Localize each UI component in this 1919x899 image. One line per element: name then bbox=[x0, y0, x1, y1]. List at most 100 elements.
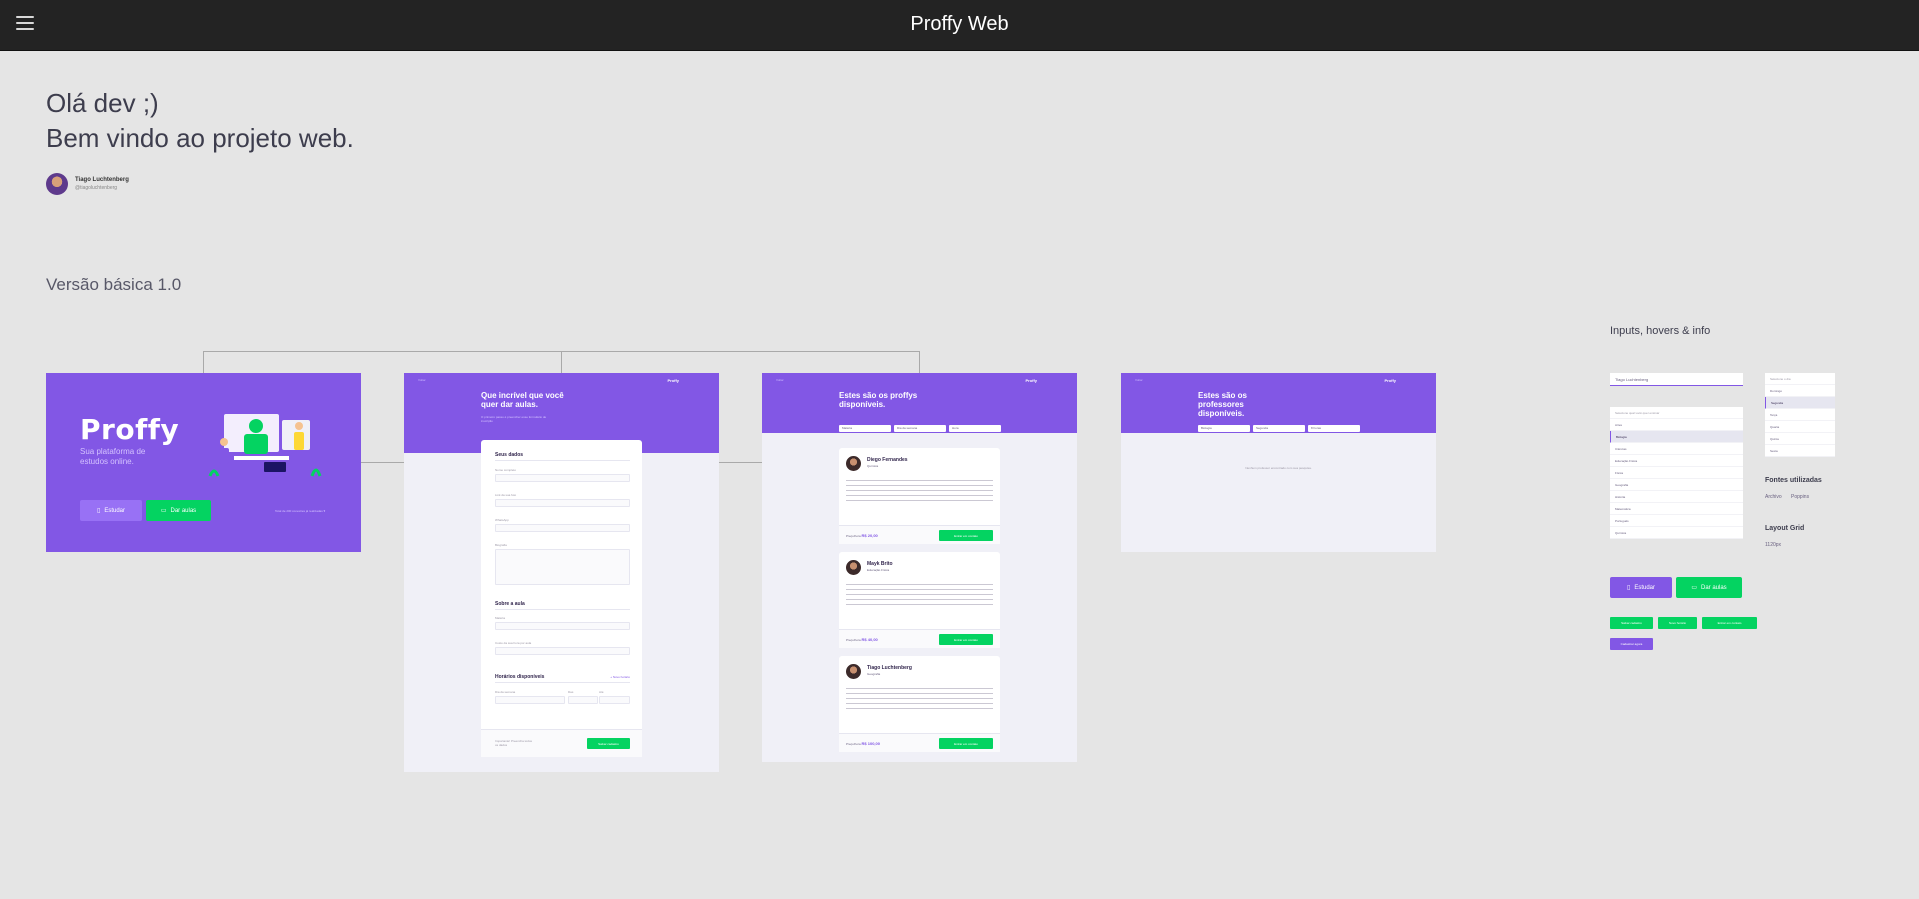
form-subtitle: O primeiro passo é preencher esse formul… bbox=[481, 415, 547, 423]
dropdown-option[interactable]: Sexta bbox=[1765, 445, 1835, 457]
save-button[interactable]: Salvar cadastro bbox=[587, 738, 630, 749]
divider bbox=[495, 609, 630, 610]
landing-illustration-icon bbox=[208, 414, 322, 477]
author-badge[interactable]: Tiago Luchtenberg @tiagoluchtenberg bbox=[46, 173, 129, 195]
avatar bbox=[46, 173, 68, 195]
dropdown-option[interactable]: Artes bbox=[1610, 419, 1743, 431]
teacher-card: Diego Fernandes Química Preço/hora R$ 20… bbox=[839, 448, 1000, 544]
teacher-card: Tiago Luchtenberg Geografia Preço/hora R… bbox=[839, 656, 1000, 752]
whatsapp-field[interactable] bbox=[495, 524, 630, 532]
dropdown-option[interactable]: Educação Física bbox=[1610, 455, 1743, 467]
divider bbox=[495, 682, 630, 683]
field-label: Link da sua foto bbox=[495, 493, 517, 497]
teacher-bio bbox=[846, 478, 993, 502]
bio-textarea[interactable] bbox=[495, 549, 630, 585]
list-header: Voltar Proffy Estes são os proffys dispo… bbox=[762, 373, 1077, 433]
field-label: Nome completo bbox=[495, 468, 517, 472]
teacher-form-frame[interactable]: Voltar Proffy Que incrível que você quer… bbox=[404, 373, 719, 772]
landing-tagline: Sua plataforma de estudos online. bbox=[80, 447, 146, 466]
dropdown-option[interactable]: Português bbox=[1610, 515, 1743, 527]
grid-value: 1120px bbox=[1765, 542, 1782, 548]
dropdown-option[interactable]: Quarta bbox=[1765, 421, 1835, 433]
field-label: Matéria bbox=[495, 616, 506, 620]
dropdown-placeholder: Selecione o dia bbox=[1765, 373, 1835, 385]
register-chip[interactable]: Cadastrar agora bbox=[1610, 638, 1653, 650]
author-name: Tiago Luchtenberg bbox=[75, 177, 129, 183]
form-card: Seus dados Nome completo Link da sua fot… bbox=[481, 440, 642, 757]
time-filter[interactable]: 8 horas bbox=[1308, 425, 1360, 432]
dropdown-option[interactable]: Quinta bbox=[1765, 433, 1835, 445]
day-filter[interactable]: Segunda bbox=[1253, 425, 1305, 432]
proffy-logo: Proffy bbox=[80, 413, 180, 446]
dropdown-option[interactable]: Física bbox=[1610, 467, 1743, 479]
tv-icon: ▭ bbox=[160, 508, 167, 514]
dropdown-option-selected[interactable]: Biologia bbox=[1610, 431, 1743, 443]
sample-input[interactable]: Tiago Luchtenberg bbox=[1610, 373, 1743, 386]
new-schedule-chip[interactable]: Novo horário bbox=[1658, 617, 1697, 629]
contact-chip[interactable]: Entrar em contato bbox=[1702, 617, 1757, 629]
subject-dropdown: Selecione qual você quer ensinar Artes B… bbox=[1610, 407, 1743, 539]
teach-button-label: Dar aulas bbox=[1700, 584, 1727, 591]
contact-button[interactable]: Entrar em contato bbox=[939, 738, 993, 749]
divider bbox=[495, 460, 630, 461]
teacher-bio bbox=[846, 582, 993, 606]
to-field[interactable] bbox=[599, 696, 630, 704]
price-info: Preço/hora R$ 100,00 bbox=[846, 741, 880, 746]
back-link[interactable]: Voltar bbox=[1135, 378, 1143, 382]
mini-logo: Proffy bbox=[667, 378, 679, 383]
book-icon: ▯ bbox=[1627, 585, 1631, 591]
study-button[interactable]: ▯ Estudar bbox=[80, 500, 142, 521]
from-field[interactable] bbox=[568, 696, 598, 704]
teacher-name: Diego Fernandes bbox=[867, 457, 908, 463]
teach-button-sample[interactable]: ▭ Dar aulas bbox=[1676, 577, 1742, 598]
study-button-sample[interactable]: ▯ Estudar bbox=[1610, 577, 1672, 598]
dropdown-option[interactable]: Domingo bbox=[1765, 385, 1835, 397]
cost-field[interactable] bbox=[495, 647, 630, 655]
contact-button[interactable]: Entrar em contato bbox=[939, 634, 993, 645]
empty-message: Nenhum professor encontrado com sua pesq… bbox=[1245, 466, 1312, 470]
dropdown-option[interactable]: Ciências bbox=[1610, 443, 1743, 455]
font-sample: Archivo bbox=[1765, 494, 1782, 500]
teach-button[interactable]: ▭ Dar aulas bbox=[146, 500, 211, 521]
intro-line-2: Bem vindo ao projeto web. bbox=[46, 123, 354, 153]
teacher-list-frame[interactable]: Voltar Proffy Estes são os proffys dispo… bbox=[762, 373, 1077, 762]
dropdown-option[interactable]: Matemática bbox=[1610, 503, 1743, 515]
field-label: Custo da sua hora por aula bbox=[495, 641, 532, 645]
field-label: Das bbox=[568, 690, 574, 694]
filter-bar: Matéria Dia da semana Hora bbox=[839, 425, 1001, 432]
back-link[interactable]: Voltar bbox=[776, 378, 784, 382]
time-filter[interactable]: Hora bbox=[949, 425, 1001, 432]
dropdown-option[interactable]: Geografia bbox=[1610, 479, 1743, 491]
subject-filter[interactable]: Matéria bbox=[839, 425, 891, 432]
empty-list-frame[interactable]: Voltar Proffy Estes são os professores d… bbox=[1121, 373, 1436, 552]
dropdown-option[interactable]: Terça bbox=[1765, 409, 1835, 421]
form-warning: Importante! Preencha todos os dados bbox=[495, 739, 533, 747]
field-label: Dia da semana bbox=[495, 690, 516, 694]
teacher-card: Mayk Brito Educação Física Preço/hora R$… bbox=[839, 552, 1000, 648]
field-label: Biografia bbox=[495, 543, 507, 547]
subject-filter[interactable]: Biologia bbox=[1198, 425, 1250, 432]
dropdown-option[interactable]: História bbox=[1610, 491, 1743, 503]
name-field[interactable] bbox=[495, 474, 630, 482]
tv-icon: ▭ bbox=[1691, 585, 1697, 591]
new-schedule-button[interactable]: + Novo horário bbox=[610, 675, 630, 679]
dropdown-option-selected[interactable]: Segunda bbox=[1765, 397, 1835, 409]
author-handle: @tiagoluchtenberg bbox=[75, 185, 118, 191]
contact-button[interactable]: Entrar em contato bbox=[939, 530, 993, 541]
avatar-field[interactable] bbox=[495, 499, 630, 507]
fonts-title: Fontes utilizadas bbox=[1765, 477, 1822, 484]
weekday-select[interactable] bbox=[495, 696, 565, 704]
teacher-subject: Geografia bbox=[867, 672, 881, 676]
form-section-title: Horários disponíveis bbox=[495, 674, 545, 680]
save-chip[interactable]: Salvar cadastro bbox=[1610, 617, 1653, 629]
dropdown-option[interactable]: Química bbox=[1610, 527, 1743, 539]
card-footer: Preço/hora R$ 100,00 Entrar em contato bbox=[839, 733, 1000, 752]
back-link[interactable]: Voltar bbox=[418, 378, 426, 382]
landing-frame[interactable]: Proffy Sua plataforma de estudos online.… bbox=[46, 373, 361, 552]
flow-arrow bbox=[719, 462, 762, 463]
day-filter[interactable]: Dia da semana bbox=[894, 425, 946, 432]
mini-logo: Proffy bbox=[1384, 378, 1396, 383]
subject-select[interactable] bbox=[495, 622, 630, 630]
teach-button-label: Dar aulas bbox=[170, 507, 197, 514]
list-title: Estes são os professores disponíveis. bbox=[1198, 391, 1247, 418]
